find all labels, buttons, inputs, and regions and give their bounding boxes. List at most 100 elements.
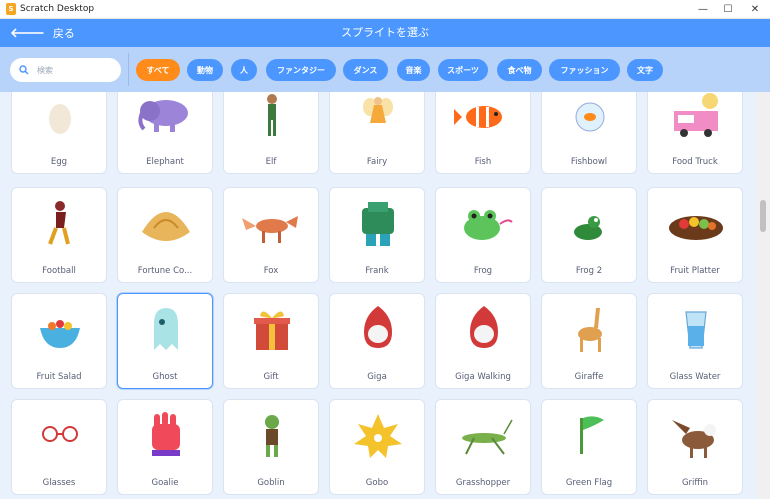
- sprite-name: Fishbowl: [570, 157, 608, 167]
- sprite-card[interactable]: Green Flag: [541, 399, 637, 495]
- sprite-name: Egg: [50, 157, 68, 167]
- ghost-icon: [136, 302, 196, 358]
- fortune-cookie-icon: [136, 196, 196, 252]
- sprite-name: Fruit Salad: [36, 372, 82, 382]
- library-header: 🡐 戻る スプライトを選ぶ: [0, 19, 770, 47]
- sprite-card[interactable]: Egg: [11, 92, 107, 174]
- goblin-icon: [242, 408, 302, 464]
- maximize-icon: ☐: [723, 4, 733, 15]
- sprite-name: Elf: [265, 157, 277, 167]
- sprite-name: Ghost: [152, 372, 178, 382]
- search-input[interactable]: 検索: [10, 58, 121, 82]
- fruit-salad-icon: [30, 302, 90, 358]
- fairy-icon: [348, 92, 408, 143]
- filter-tag[interactable]: ダンス: [343, 59, 388, 81]
- sprite-card[interactable]: Ghost: [117, 293, 213, 389]
- sprite-card[interactable]: Goalie: [117, 399, 213, 495]
- sprite-card[interactable]: Football: [11, 187, 107, 283]
- filter-tag[interactable]: ファンタジー: [266, 59, 336, 81]
- sprite-card[interactable]: Gift: [223, 293, 319, 389]
- sprite-card[interactable]: Fortune Co...: [117, 187, 213, 283]
- elephant-icon: [136, 92, 196, 143]
- sprite-card[interactable]: Fishbowl: [541, 92, 637, 174]
- grasshopper-icon: [454, 408, 514, 464]
- filter-bar: 検索 すべて 動物人ファンタジー ダンス 音楽 スポーツ 食べ物 ファッション 文字: [0, 47, 770, 92]
- scratch-app-icon: S: [6, 3, 16, 15]
- football-player-icon: [30, 196, 90, 252]
- sprite-card[interactable]: Fairy: [329, 92, 425, 174]
- close-button[interactable]: ✕: [738, 0, 770, 19]
- minimize-icon: —: [698, 4, 708, 15]
- sprite-card[interactable]: Fruit Salad: [11, 293, 107, 389]
- sprite-card[interactable]: Glasses: [11, 399, 107, 495]
- sprite-card[interactable]: Frog: [435, 187, 531, 283]
- filter-tag[interactable]: ファッション: [549, 59, 620, 81]
- sprite-name: Giraffe: [574, 372, 604, 382]
- sprite-card[interactable]: Fish: [435, 92, 531, 174]
- sprite-name: Fortune Co...: [137, 266, 193, 276]
- sprite-library-grid: Egg Elephant Elf Fairy Fish Fishbowl Food Truc…: [0, 92, 756, 499]
- sprite-name: Glasses: [42, 478, 76, 488]
- glass-water-icon: [666, 302, 726, 358]
- sprite-name: Frog: [473, 266, 493, 276]
- sprite-card[interactable]: Grasshopper: [435, 399, 531, 495]
- sprite-name: Fish: [474, 157, 492, 167]
- frog-icon: [454, 196, 514, 252]
- sprite-name: Fox: [263, 266, 279, 276]
- green-flag-icon: [560, 408, 620, 464]
- sprite-card[interactable]: Giga: [329, 293, 425, 389]
- sprite-name: Gift: [263, 372, 279, 382]
- sprite-name: Elephant: [146, 157, 184, 167]
- sprite-name: Green Flag: [565, 478, 613, 488]
- food-truck-icon: [666, 92, 726, 143]
- filter-tag[interactable]: 動物: [187, 59, 223, 81]
- sprite-name: Fairy: [366, 157, 388, 167]
- sprite-card[interactable]: Fox: [223, 187, 319, 283]
- egg-icon: [30, 92, 90, 143]
- sprite-name: Goblin: [257, 478, 285, 488]
- search-placeholder: 検索: [37, 65, 53, 75]
- filter-tag[interactable]: すべて: [136, 59, 180, 81]
- sprite-card[interactable]: Goblin: [223, 399, 319, 495]
- filter-tag[interactable]: スポーツ: [438, 59, 488, 81]
- sprite-card[interactable]: Food Truck: [647, 92, 743, 174]
- search-icon: [19, 65, 29, 75]
- sprite-name: Glass Water: [669, 372, 721, 382]
- giga-walking-icon: [454, 302, 514, 358]
- sprite-name: Frank: [365, 266, 389, 276]
- sprite-card[interactable]: Elf: [223, 92, 319, 174]
- sprite-card[interactable]: Fruit Platter: [647, 187, 743, 283]
- filter-tag[interactable]: 食べ物: [497, 59, 542, 81]
- filter-tag[interactable]: 音楽: [397, 59, 430, 81]
- sprite-card[interactable]: Giga Walking: [435, 293, 531, 389]
- filter-tag[interactable]: 文字: [627, 59, 663, 81]
- sprite-name: Goalie: [151, 478, 179, 488]
- sprite-card[interactable]: Giraffe: [541, 293, 637, 389]
- sprite-name: Gobo: [365, 478, 389, 488]
- fish-icon: [454, 92, 514, 143]
- gobo-icon: [348, 408, 408, 464]
- sprite-name: Frog 2: [575, 266, 603, 276]
- sprite-card[interactable]: Elephant: [117, 92, 213, 174]
- sprite-card[interactable]: Frank: [329, 187, 425, 283]
- sprite-name: Giga: [367, 372, 387, 382]
- scrollbar-thumb[interactable]: [760, 200, 766, 232]
- close-icon: ✕: [750, 4, 760, 15]
- sprite-card[interactable]: Glass Water: [647, 293, 743, 389]
- sprite-name: Fruit Platter: [670, 266, 720, 276]
- fox-icon: [242, 196, 302, 252]
- sprite-card[interactable]: Frog 2: [541, 187, 637, 283]
- sprite-card[interactable]: Griffin: [647, 399, 743, 495]
- window-title: Scratch Desktop: [20, 4, 95, 14]
- frog-2-icon: [560, 196, 620, 252]
- giga-icon: [348, 302, 408, 358]
- library-scrollbar[interactable]: [756, 92, 770, 499]
- sprite-card[interactable]: Gobo: [329, 399, 425, 495]
- sprite-name: Grasshopper: [455, 478, 511, 488]
- sprite-name: Griffin: [681, 478, 709, 488]
- filter-tag[interactable]: 人: [231, 59, 257, 81]
- filter-divider: [128, 53, 129, 86]
- sprite-name: Food Truck: [672, 157, 718, 167]
- gift-icon: [242, 302, 302, 358]
- giraffe-icon: [560, 302, 620, 358]
